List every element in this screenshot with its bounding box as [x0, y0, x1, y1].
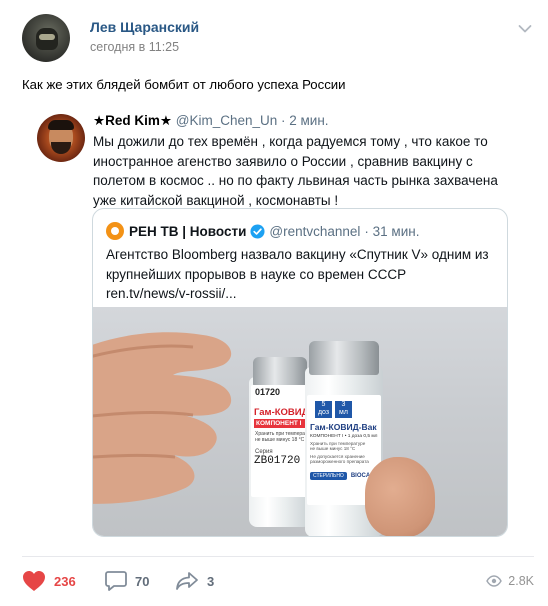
tweet-avatar [37, 114, 85, 162]
left-vial-label: 01720 Гам-КОВИД КОМПОНЕНТ I Хранить при … [251, 385, 309, 497]
left-vial-series: Серия [255, 449, 273, 455]
right-vial-ml-num: 3 [341, 401, 346, 408]
comment-button[interactable]: 70 [105, 570, 149, 592]
verified-badge-icon [250, 223, 265, 239]
quoted-tweet-header: РЕН ТВ | Новости @rentvchannel · 31 мин. [106, 221, 419, 241]
tweet-text: Мы дожили до тех времён , когда радуемся… [93, 134, 498, 208]
right-vial-component: КОМПОНЕНТ I • 1 доза 0,5 мл [310, 434, 378, 439]
comment-icon [105, 571, 127, 591]
tweet-screenshot[interactable]: ★Red Kim★ @Kim_Chen_Un · 2 мин. Мы дожил… [22, 108, 532, 548]
right-vial-cap [309, 341, 379, 375]
right-vial-dose-label: доз [317, 409, 330, 416]
left-vial-small2: не выше минус 18 °C [255, 437, 305, 443]
quoted-tweet-text: Агентство Bloomberg назвало вакцину «Спу… [106, 247, 489, 282]
left-vial-code: ZB01720 [254, 455, 301, 467]
left-vial-small1: Хранить при темпера- [255, 431, 307, 437]
share-count: 3 [207, 573, 215, 589]
quoted-tweet: РЕН ТВ | Новости @rentvchannel · 31 мин.… [92, 208, 508, 537]
right-vial-dose-badge: 5 доз [315, 401, 332, 418]
like-button[interactable]: 236 [22, 570, 76, 592]
quoted-tweet-link: ren.tv/news/v-rossii/... [106, 286, 237, 301]
right-vial-sterile: СТЕРИЛЬНО [310, 472, 347, 480]
author-name[interactable]: Лев Щаранский [90, 19, 199, 35]
author-avatar[interactable] [22, 14, 70, 62]
chevron-down-icon[interactable] [518, 24, 532, 34]
left-vial-component: КОМПОНЕНТ I [254, 419, 307, 428]
quoted-tweet-time: · 31 мин. [364, 223, 420, 239]
like-count: 236 [54, 573, 76, 589]
right-vial-dose-num: 5 [321, 401, 326, 408]
rentv-logo-icon [106, 222, 124, 240]
avatar-visor [39, 34, 55, 40]
quoted-author-name: РЕН ТВ | Новости [129, 223, 247, 239]
thumb-image [365, 457, 435, 536]
views-counter: 2.8K [486, 574, 534, 588]
tweet-author-handle: @Kim_Chen_Un [175, 113, 278, 128]
comment-count: 70 [135, 573, 150, 589]
right-vial-small3: Не допускается хранение [310, 454, 365, 459]
post-actions: 236 70 3 2.8K [22, 568, 534, 598]
share-icon [176, 572, 198, 590]
share-button[interactable]: 3 [175, 570, 214, 592]
post-time[interactable]: сегодня в 11:25 [90, 40, 179, 54]
quoted-tweet-body: Агентство Bloomberg назвало вакцину «Спу… [106, 245, 501, 304]
heart-icon [23, 571, 45, 591]
tweet-author-name: ★Red Kim★ [93, 113, 172, 128]
right-vial-ml-label: мл [339, 409, 348, 416]
post-text: Как же этих блядей бомбит от любого успе… [22, 77, 346, 92]
right-vial-dose-row: 5 доз 3 мл [307, 395, 381, 418]
actions-divider [22, 556, 534, 557]
avatar-beard [51, 142, 71, 154]
avatar-hair [48, 120, 74, 130]
left-vial-title: Гам-КОВИД [254, 407, 309, 418]
right-vial-title: Гам-КОВИД-Вак [310, 422, 377, 432]
left-vial-cap [253, 357, 307, 387]
tweet-time: · 2 мин. [281, 113, 329, 128]
eye-icon [486, 575, 503, 587]
vaccine-photo: 01720 Гам-КОВИД КОМПОНЕНТ I Хранить при … [93, 307, 507, 536]
right-vial-ml-badge: 3 мл [335, 401, 352, 418]
post-header: Лев Щаранский сегодня в 11:25 [22, 14, 534, 64]
tweet-header: ★Red Kim★ @Kim_Chen_Un · 2 мин. [93, 113, 329, 129]
left-vial-top-code: 01720 [255, 387, 281, 397]
right-vial-small1: Хранить при температуре [310, 441, 366, 446]
views-count: 2.8K [508, 574, 534, 588]
quoted-author-handle: @rentvchannel [269, 223, 361, 239]
